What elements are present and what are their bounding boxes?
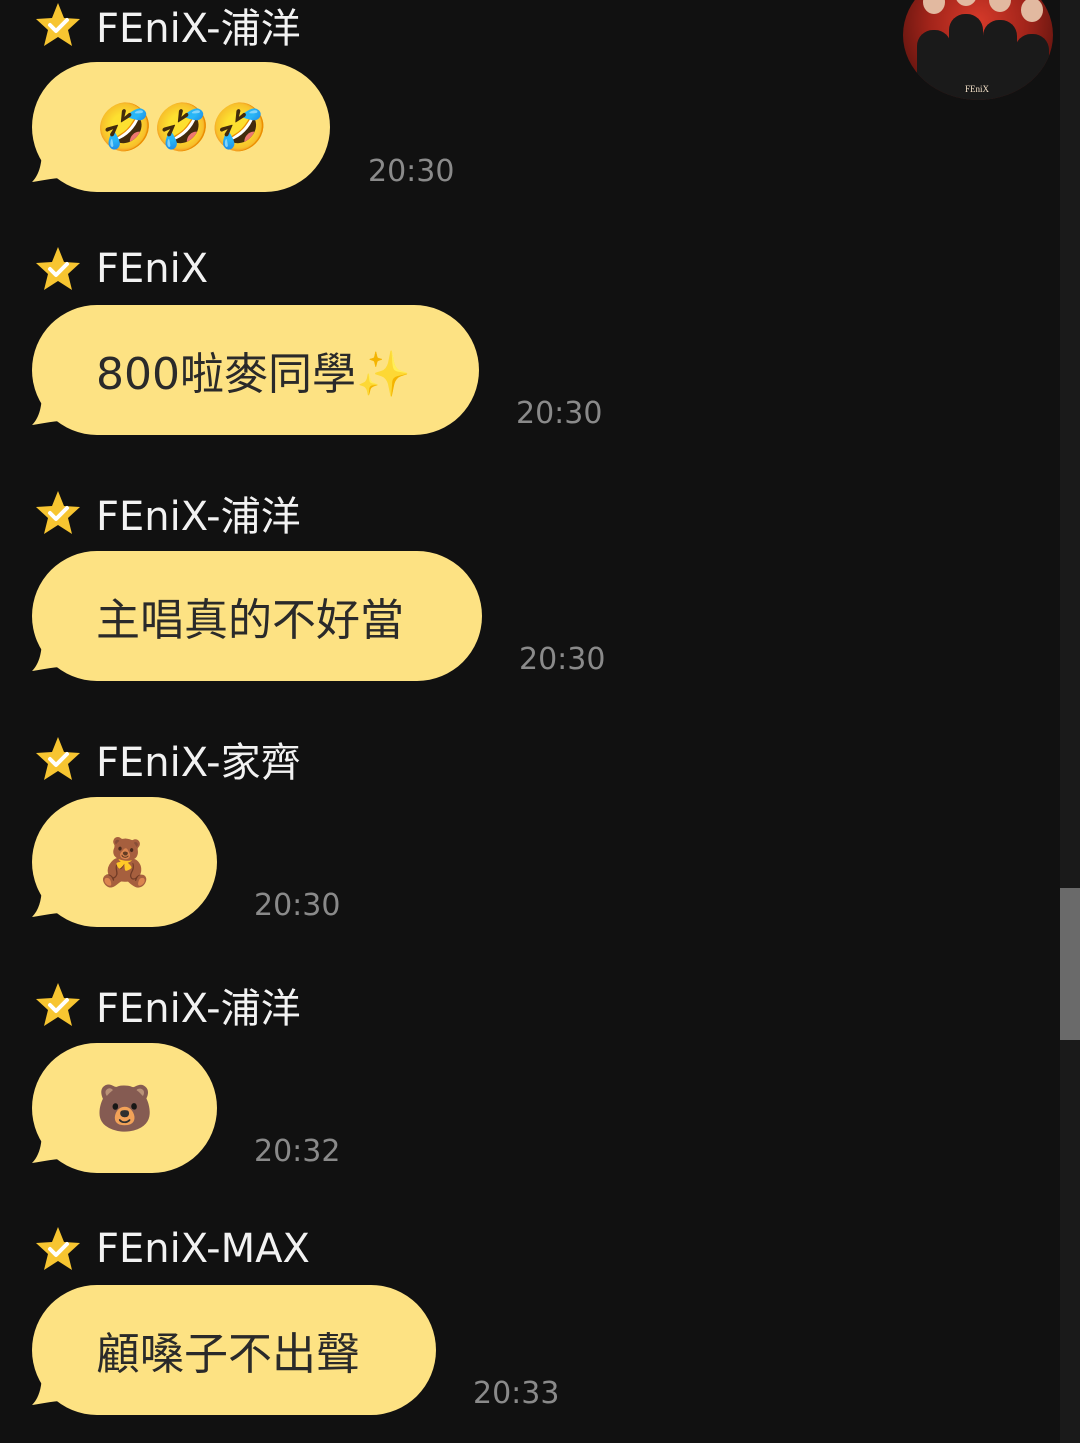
star-check-icon [34,735,82,783]
avatar-face [923,0,945,14]
sender-name: FEniX-浦洋 [96,494,301,540]
avatar-face [1021,0,1043,22]
timestamp: 20:30 [516,396,603,431]
sender-row: FEniX [34,244,208,294]
bubble-tail [32,883,78,923]
star-check-icon [34,489,82,537]
timestamp: 20:30 [519,642,606,677]
sender-row: FEniX-MAX [34,1224,310,1274]
bubble-tail [32,148,78,188]
avatar-logo: FEniX [965,84,990,94]
message-text: 主唱真的不好當 [96,595,404,646]
sender-name: FEniX-MAX [96,1226,310,1272]
scrollbar-track[interactable] [1060,0,1080,1443]
scrollbar-thumb[interactable] [1060,888,1080,1040]
message-bubble[interactable]: 顧嗓子不出聲 [32,1285,436,1415]
star-check-icon [34,1,82,49]
sender-name: FEniX-浦洋 [96,6,301,52]
avatar-figure [917,30,951,100]
timestamp: 20:30 [368,154,455,189]
bubble-tail [32,1371,78,1411]
sender-row: FEniX-浦洋 [34,0,301,52]
group-avatar[interactable]: FEniX [903,0,1053,100]
star-check-icon [34,1225,82,1273]
bubble-tail [32,1129,78,1169]
avatar-face [989,0,1011,12]
chat-room: FEniX FEniX-浦洋 🤣🤣🤣 20:30 FEniX 800啦麥同學✨ … [0,0,1060,1443]
bubble-tail [32,391,78,431]
star-check-icon [34,981,82,1029]
sender-row: FEniX-浦洋 [34,488,301,540]
message-text: 800啦麥同學✨ [96,349,411,400]
timestamp: 20:33 [473,1376,560,1411]
message-text: 🧸 [96,835,154,889]
message-text: 🐻 [96,1081,154,1135]
bubble-tail [32,637,78,677]
timestamp: 20:30 [254,888,341,923]
message-text: 🤣🤣🤣 [96,100,268,154]
sender-row: FEniX-家齊 [34,734,301,786]
star-check-icon [34,245,82,293]
message-text: 顧嗓子不出聲 [96,1329,360,1380]
avatar-face [955,0,977,6]
sender-name: FEniX-浦洋 [96,986,301,1032]
message-bubble[interactable]: 主唱真的不好當 [32,551,482,681]
avatar-figure [1015,34,1049,100]
sender-name: FEniX [96,246,209,292]
sender-name: FEniX-家齊 [96,740,301,786]
timestamp: 20:32 [254,1134,341,1169]
message-bubble[interactable]: 800啦麥同學✨ [32,305,479,435]
sender-row: FEniX-浦洋 [34,980,301,1032]
